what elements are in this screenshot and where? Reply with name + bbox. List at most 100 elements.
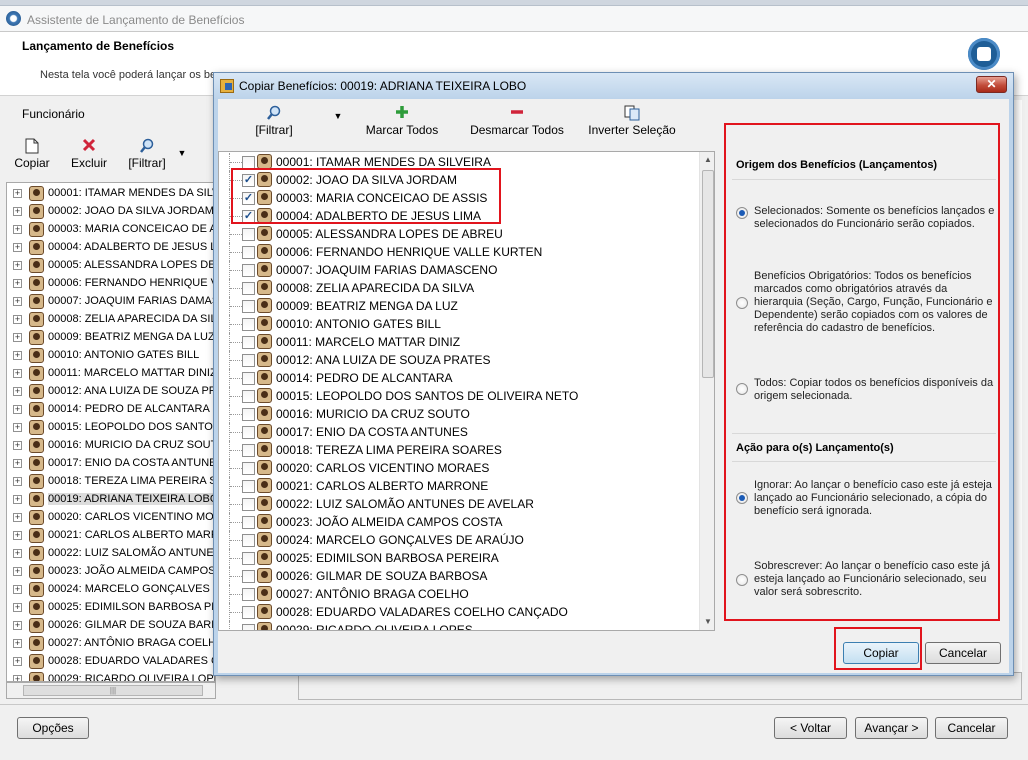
dialog-filter-button[interactable]: [Filtrar] (244, 105, 304, 137)
scroll-up-arrow-icon[interactable]: ▲ (700, 152, 714, 168)
scroll-thumb[interactable] (702, 170, 714, 378)
delete-button[interactable]: Excluir (66, 138, 112, 170)
expand-icon[interactable]: + (13, 351, 22, 360)
mark-all-button[interactable]: Marcar Todos (360, 105, 444, 137)
checkbox[interactable] (242, 354, 255, 367)
employee-tree-item[interactable]: +00002: JOAO DA SILVA JORDAM (7, 203, 215, 221)
wizard-cancel-button[interactable]: Cancelar (935, 717, 1008, 739)
checkbox[interactable] (242, 570, 255, 583)
checklist-item[interactable]: 00029: RICARDO OLIVEIRA LOPES (219, 621, 699, 630)
employee-tree-item[interactable]: +00017: ENIO DA COSTA ANTUNES (7, 455, 215, 473)
expand-icon[interactable]: + (13, 621, 22, 630)
employee-tree-item[interactable]: +00021: CARLOS ALBERTO MARRO (7, 527, 215, 545)
employee-tree-item[interactable]: +00025: EDIMILSON BARBOSA PER (7, 599, 215, 617)
expand-icon[interactable]: + (13, 477, 22, 486)
employee-tree-item[interactable]: +00005: ALESSANDRA LOPES DE AB (7, 257, 215, 275)
expand-icon[interactable]: + (13, 513, 22, 522)
checklist-item[interactable]: 00012: ANA LUIZA DE SOUZA PRATES (219, 351, 699, 369)
checklist-item[interactable]: 00018: TEREZA LIMA PEREIRA SOARES (219, 441, 699, 459)
checkbox[interactable] (242, 444, 255, 457)
dialog-cancel-button[interactable]: Cancelar (925, 642, 1001, 664)
checkbox[interactable] (242, 624, 255, 630)
employee-tree-item[interactable]: +00024: MARCELO GONÇALVES DE (7, 581, 215, 599)
expand-icon[interactable]: + (13, 675, 22, 681)
checkbox[interactable] (242, 336, 255, 349)
checkbox[interactable] (242, 408, 255, 421)
employee-tree-item[interactable]: +00029: RICARDO OLIVEIRA LOPES (7, 671, 215, 681)
expand-icon[interactable]: + (13, 315, 22, 324)
employee-tree-item[interactable]: +00011: MARCELO MATTAR DINIZ (7, 365, 215, 383)
employee-tree-item[interactable]: +00008: ZELIA APARECIDA DA SILV (7, 311, 215, 329)
checklist-item[interactable]: 00026: GILMAR DE SOUZA BARBOSA (219, 567, 699, 585)
checkbox[interactable] (242, 426, 255, 439)
employee-tree-item[interactable]: +00028: EDUARDO VALADARES CO (7, 653, 215, 671)
checkbox[interactable] (242, 264, 255, 277)
employee-tree-item[interactable]: +00020: CARLOS VICENTINO MORA (7, 509, 215, 527)
expand-icon[interactable]: + (13, 387, 22, 396)
checklist-item[interactable]: 00028: EDUARDO VALADARES COELHO CANÇADO (219, 603, 699, 621)
checklist-item[interactable]: 00022: LUIZ SALOMÃO ANTUNES DE AVELAR (219, 495, 699, 513)
scroll-down-arrow-icon[interactable]: ▼ (700, 614, 714, 630)
checklist-item[interactable]: 00021: CARLOS ALBERTO MARRONE (219, 477, 699, 495)
checkbox[interactable] (242, 552, 255, 565)
back-button[interactable]: < Voltar (774, 717, 847, 739)
expand-icon[interactable]: + (13, 369, 22, 378)
employee-tree-item[interactable]: +00006: FERNANDO HENRIQUE VAL (7, 275, 215, 293)
background-grid-scrollbar[interactable] (298, 672, 1022, 700)
checklist-item[interactable]: 00016: MURICIO DA CRUZ SOUTO (219, 405, 699, 423)
checklist-item[interactable]: 00011: MARCELO MATTAR DINIZ (219, 333, 699, 351)
checkbox[interactable] (242, 318, 255, 331)
employee-tree-item[interactable]: +00001: ITAMAR MENDES DA SILVE (7, 185, 215, 203)
employee-list-horizontal-scrollbar[interactable]: ||| (6, 682, 216, 699)
expand-icon[interactable]: + (13, 279, 22, 288)
employee-tree-item[interactable]: +00016: MURICIO DA CRUZ SOUTO (7, 437, 215, 455)
checkbox[interactable] (242, 588, 255, 601)
expand-icon[interactable]: + (13, 531, 22, 540)
checklist-item[interactable]: 00006: FERNANDO HENRIQUE VALLE KURTEN (219, 243, 699, 261)
unmark-all-button[interactable]: Desmarcar Todos (464, 105, 570, 137)
expand-icon[interactable]: + (13, 333, 22, 342)
checklist-item[interactable]: 00025: EDIMILSON BARBOSA PEREIRA (219, 549, 699, 567)
employee-tree-item[interactable]: +00018: TEREZA LIMA PEREIRA SO (7, 473, 215, 491)
filter-button[interactable]: [Filtrar] (122, 138, 172, 170)
employee-tree-item[interactable]: +00027: ANTÔNIO BRAGA COELHO (7, 635, 215, 653)
expand-icon[interactable]: + (13, 405, 22, 414)
checklist-item[interactable]: 00009: BEATRIZ MENGA DA LUZ (219, 297, 699, 315)
checklist-item[interactable]: 00008: ZELIA APARECIDA DA SILVA (219, 279, 699, 297)
employee-tree-item[interactable]: +00022: LUIZ SALOMÃO ANTUNES I (7, 545, 215, 563)
expand-icon[interactable]: + (13, 549, 22, 558)
employee-tree-item[interactable]: +00014: PEDRO DE ALCANTARA (7, 401, 215, 419)
employee-tree-item[interactable]: +00023: JOÃO ALMEIDA CAMPOS C (7, 563, 215, 581)
checklist-item[interactable]: 00017: ENIO DA COSTA ANTUNES (219, 423, 699, 441)
checklist-item[interactable]: 00005: ALESSANDRA LOPES DE ABREU (219, 225, 699, 243)
expand-icon[interactable]: + (13, 567, 22, 576)
employee-tree-item[interactable]: +00007: JOAQUIM FARIAS DAMASC (7, 293, 215, 311)
checkbox[interactable] (242, 246, 255, 259)
checklist-vertical-scrollbar[interactable]: ▲ ▼ (699, 152, 714, 630)
employee-tree-item[interactable]: +00012: ANA LUIZA DE SOUZA PRA (7, 383, 215, 401)
checklist-item[interactable]: 00014: PEDRO DE ALCANTARA (219, 369, 699, 387)
next-button[interactable]: Avançar > (855, 717, 928, 739)
checkbox[interactable] (242, 498, 255, 511)
expand-icon[interactable]: + (13, 207, 22, 216)
scroll-thumb[interactable]: ||| (23, 685, 203, 696)
checkbox[interactable] (242, 534, 255, 547)
expand-icon[interactable]: + (13, 225, 22, 234)
checklist-item[interactable]: 00015: LEOPOLDO DOS SANTOS DE OLIVEIRA N… (219, 387, 699, 405)
employee-tree-item[interactable]: +00003: MARIA CONCEICAO DE AS (7, 221, 215, 239)
expand-icon[interactable]: + (13, 243, 22, 252)
checklist-item[interactable]: 00010: ANTONIO GATES BILL (219, 315, 699, 333)
checkbox[interactable] (242, 228, 255, 241)
expand-icon[interactable]: + (13, 585, 22, 594)
checkbox[interactable] (242, 480, 255, 493)
expand-icon[interactable]: + (13, 639, 22, 648)
checklist-item[interactable]: 00023: JOÃO ALMEIDA CAMPOS COSTA (219, 513, 699, 531)
close-icon[interactable]: ✕ (976, 76, 1007, 93)
checkbox[interactable] (242, 390, 255, 403)
expand-icon[interactable]: + (13, 423, 22, 432)
expand-icon[interactable]: + (13, 297, 22, 306)
checkbox[interactable] (242, 300, 255, 313)
checkbox[interactable] (242, 282, 255, 295)
expand-icon[interactable]: + (13, 189, 22, 198)
employee-tree-item[interactable]: +00004: ADALBERTO DE JESUS LIM (7, 239, 215, 257)
